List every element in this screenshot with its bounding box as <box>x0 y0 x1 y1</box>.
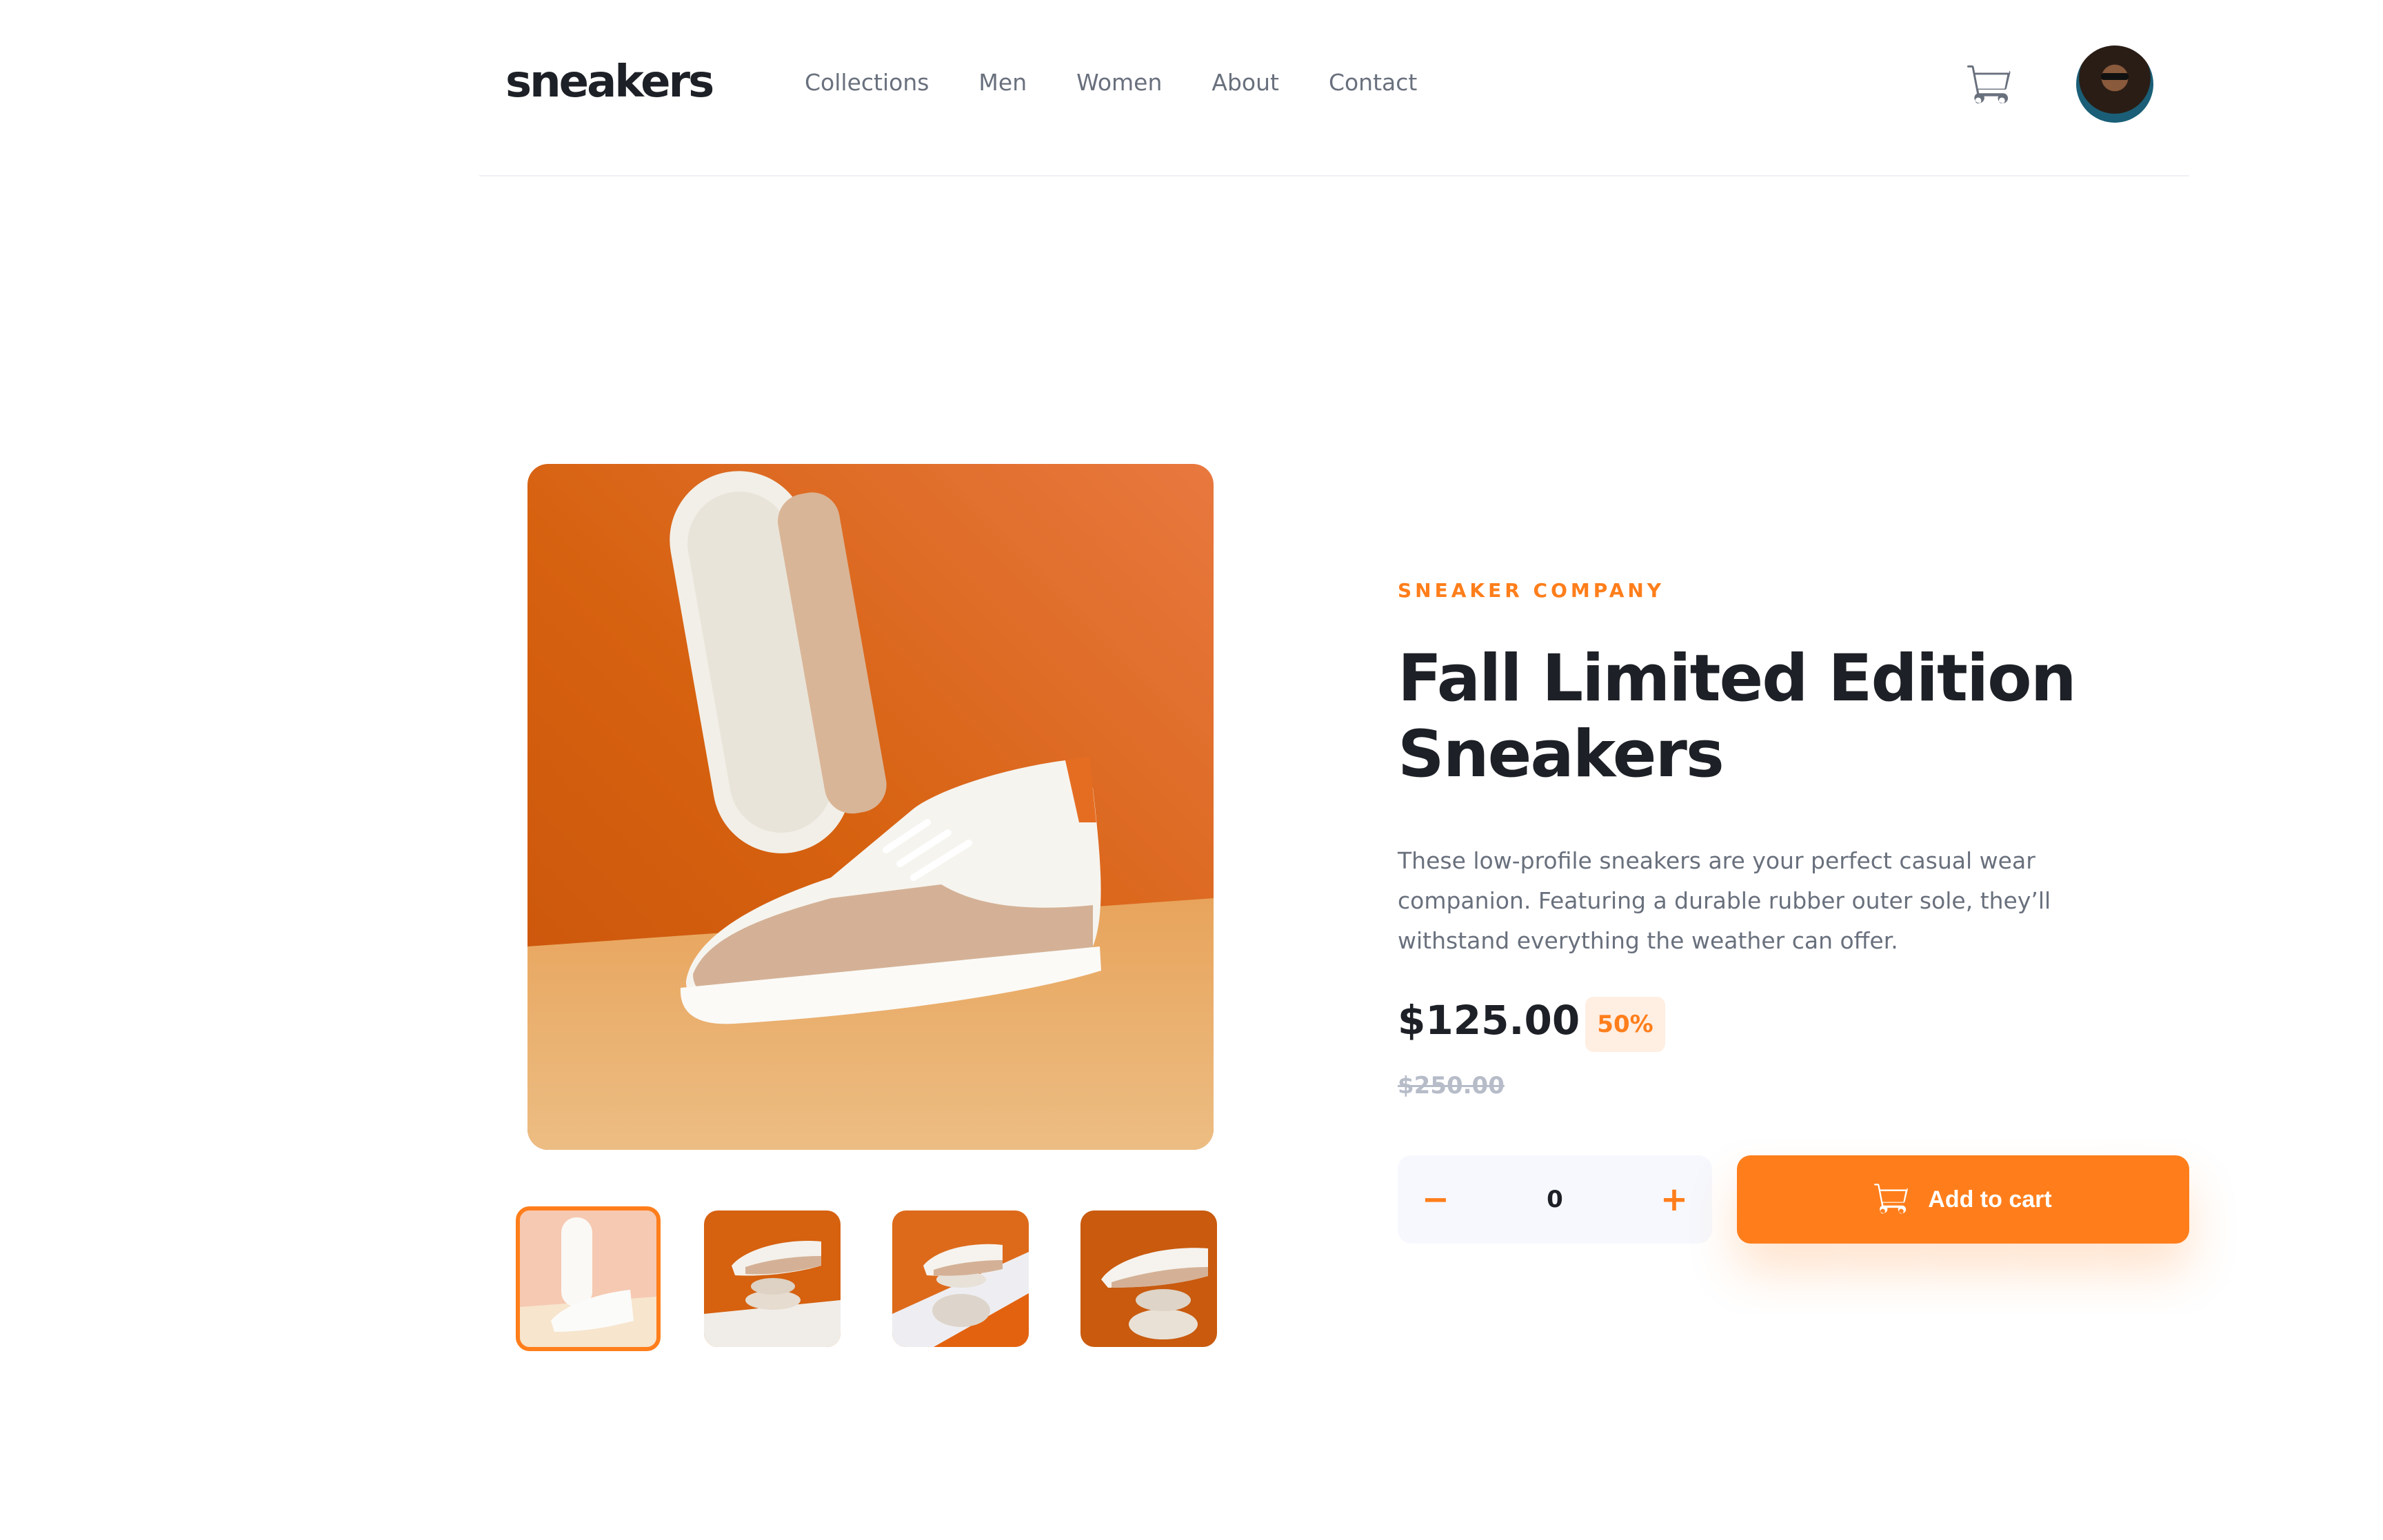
main-nav: Collections Men Women About Contact <box>805 69 1467 96</box>
quantity-value: 0 <box>1547 1186 1563 1213</box>
nav-item-contact[interactable]: Contact <box>1329 69 1417 96</box>
discount-badge: 50% <box>1585 997 1665 1052</box>
logo[interactable]: sneakers <box>505 57 714 108</box>
nav-item-men[interactable]: Men <box>978 69 1027 96</box>
thumbnail-4[interactable] <box>1080 1210 1217 1347</box>
thumbnail-2[interactable] <box>704 1210 841 1347</box>
add-to-cart-button[interactable]: Add to cart <box>1737 1155 2189 1244</box>
user-avatar[interactable] <box>2076 45 2153 123</box>
nav-item-collections[interactable]: Collections <box>805 69 929 96</box>
thumbnail-3[interactable] <box>892 1210 1029 1347</box>
decrease-quantity-button[interactable]: − <box>1398 1155 1474 1244</box>
product-description: These low-profile sneakers are your perf… <box>1398 847 2051 954</box>
current-price: $125.00 <box>1398 997 1580 1044</box>
site-header: sneakers Collections Men Women About Con… <box>479 0 2189 176</box>
quantity-stepper: − 0 + <box>1398 1155 1712 1244</box>
increase-quantity-button[interactable]: + <box>1636 1155 1712 1244</box>
add-to-cart-label: Add to cart <box>1928 1186 2052 1213</box>
original-price: $250.00 <box>1398 1072 1505 1100</box>
cart-icon[interactable] <box>1967 65 2011 106</box>
product-main-image[interactable] <box>527 464 1214 1150</box>
nav-item-about[interactable]: About <box>1211 69 1279 96</box>
avatar-glasses <box>2101 73 2129 80</box>
cart-icon <box>1874 1184 1909 1215</box>
thumbnail-1[interactable] <box>516 1206 661 1351</box>
product-title: Fall Limited Edition Sneakers <box>1398 641 2077 792</box>
nav-item-women[interactable]: Women <box>1076 69 1162 96</box>
sneaker-photo <box>527 464 1214 1150</box>
company-name: SNEAKER COMPANY <box>1398 579 1665 602</box>
